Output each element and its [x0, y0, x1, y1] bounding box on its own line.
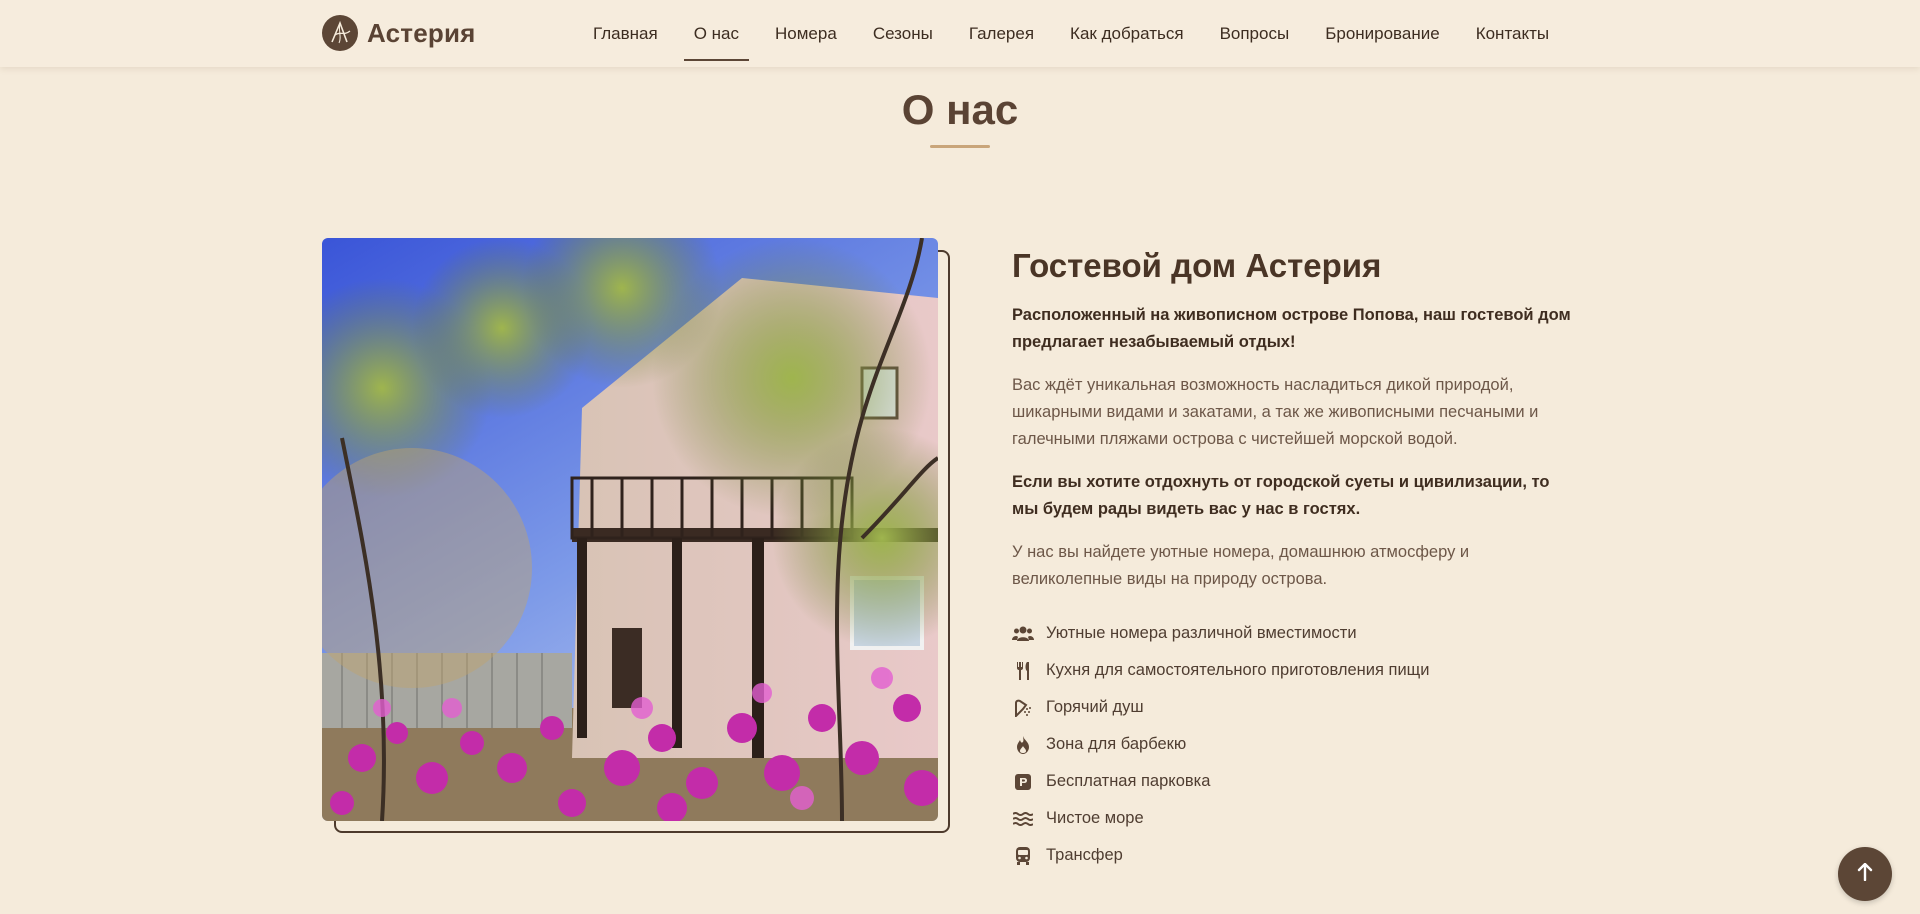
parking-icon [1012, 771, 1034, 793]
nav-item-gallery[interactable]: Галерея [951, 0, 1052, 67]
brand-name: Астерия [367, 17, 476, 48]
feature-item: Зона для барбекю [1012, 726, 1572, 763]
scroll-to-top-button[interactable] [1838, 847, 1892, 901]
section-title: О нас [901, 86, 1019, 133]
about-content: Гостевой дом Астерия Расположенный на жи… [1012, 246, 1572, 874]
arrow-up-icon [1857, 862, 1873, 886]
nav-item-booking[interactable]: Бронирование [1307, 0, 1458, 67]
guesthouse-photo [322, 238, 938, 821]
users-icon [1012, 623, 1034, 645]
title-underline [930, 145, 990, 148]
feature-item: Бесплатная парковка [1012, 763, 1572, 800]
intro-text: Расположенный на живописном острове Попо… [1012, 306, 1571, 351]
asteria-logo-icon [322, 15, 358, 51]
invitation-text: Если вы хотите отдохнуть от городской су… [1012, 473, 1550, 518]
feature-label: Зона для барбекю [1046, 735, 1187, 753]
nav-item-directions[interactable]: Как добраться [1052, 0, 1202, 67]
feature-item: Кухня для самостоятельного приготовления… [1012, 652, 1572, 689]
feature-item: Трансфер [1012, 837, 1572, 874]
main-nav: Главная О нас Номера Сезоны Галерея Как … [575, 0, 1567, 67]
feature-item: Уютные номера различной вместимости [1012, 615, 1572, 652]
feature-label: Горячий душ [1046, 698, 1144, 716]
nav-item-faq[interactable]: Вопросы [1202, 0, 1308, 67]
amenities-text: У нас вы найдете уютные номера, домашнюю… [1012, 543, 1470, 588]
nav-item-about[interactable]: О нас [676, 0, 757, 67]
feature-label: Чистое море [1046, 809, 1144, 827]
features-list: Уютные номера различной вместимости Кухн… [1012, 615, 1572, 874]
water-icon [1012, 808, 1034, 830]
nav-item-rooms[interactable]: Номера [757, 0, 855, 67]
shower-icon [1012, 697, 1034, 719]
nav-item-home[interactable]: Главная [575, 0, 676, 67]
feature-item: Чистое море [1012, 800, 1572, 837]
bus-icon [1012, 845, 1034, 867]
nav-item-contacts[interactable]: Контакты [1458, 0, 1567, 67]
feature-label: Трансфер [1046, 846, 1123, 864]
nav-item-seasons[interactable]: Сезоны [855, 0, 951, 67]
feature-label: Кухня для самостоятельного приготовления… [1046, 661, 1430, 679]
logo[interactable]: Астерия [322, 15, 476, 51]
fire-icon [1012, 734, 1034, 756]
feature-label: Уютные номера различной вместимости [1046, 624, 1357, 642]
feature-item: Горячий душ [1012, 689, 1572, 726]
about-heading: Гостевой дом Астерия [1012, 247, 1382, 284]
feature-label: Бесплатная парковка [1046, 772, 1211, 790]
utensils-icon [1012, 660, 1034, 682]
site-header: Астерия Главная О нас Номера Сезоны Гале… [0, 0, 1920, 67]
description-text: Вас ждёт уникальная возможность насладит… [1012, 376, 1539, 448]
